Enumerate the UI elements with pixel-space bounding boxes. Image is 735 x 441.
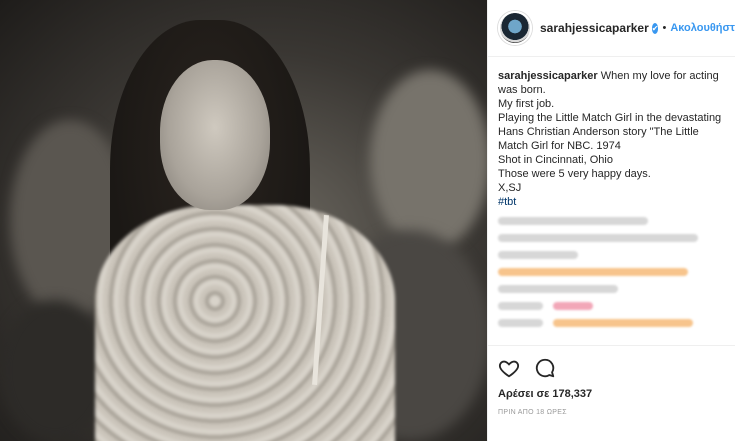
likes-count[interactable]: Αρέσει σε 178,337	[498, 388, 592, 400]
caption-line-5: Those were 5 very happy days.	[498, 168, 651, 180]
caption-line-3: Playing the Little Match Girl in the dev…	[498, 112, 722, 152]
divider	[488, 345, 735, 346]
avatar[interactable]	[498, 11, 532, 45]
caption-line-2: My first job.	[498, 98, 555, 110]
caption-username[interactable]: sarahjessicaparker	[498, 70, 598, 82]
post-timestamp[interactable]: ΠΡΙΝ ΑΠΟ 18 ΩΡΕΣ	[498, 409, 567, 416]
separator-dot: •	[662, 22, 667, 34]
post-photo[interactable]	[0, 0, 487, 441]
caption-line-4: Shot in Cincinnati, Ohio	[498, 154, 613, 166]
caption-line-6: X,SJ	[498, 182, 522, 194]
header-username[interactable]: sarahjessicaparker	[540, 21, 649, 35]
action-bar	[498, 357, 556, 379]
instagram-post: sarahjessicaparker ✔ • Ακολουθήστε sarah…	[0, 0, 735, 441]
follow-button[interactable]: Ακολουθήστε	[670, 22, 735, 34]
comment-icon[interactable]	[534, 357, 556, 379]
hashtag-link[interactable]: #tbt	[498, 195, 725, 209]
heart-icon[interactable]	[498, 357, 520, 379]
post-header: sarahjessicaparker ✔ • Ακολουθήστε	[488, 0, 735, 57]
blurred-comments	[488, 208, 735, 327]
verified-badge-icon: ✔	[651, 22, 659, 34]
post-sidebar: sarahjessicaparker ✔ • Ακολουθήστε sarah…	[487, 0, 735, 441]
